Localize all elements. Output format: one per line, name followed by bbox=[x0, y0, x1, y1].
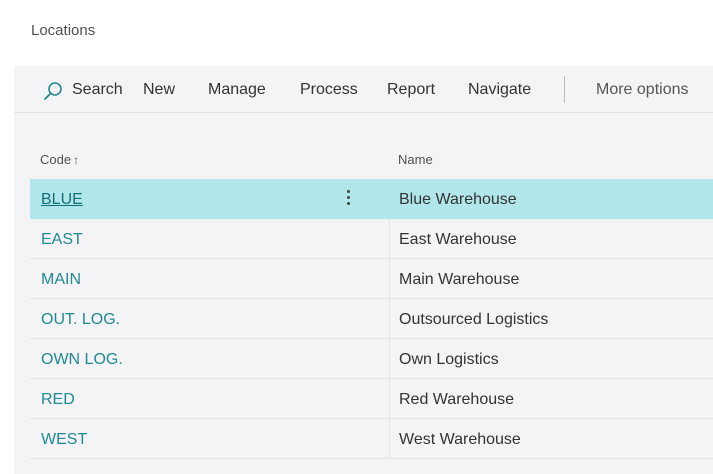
row-name: Own Logistics bbox=[399, 351, 499, 368]
action-bar: Search New Manage Process Report Navigat… bbox=[14, 66, 713, 113]
row-code-link[interactable]: EAST bbox=[41, 219, 83, 260]
column-separator bbox=[389, 419, 390, 458]
action-divider bbox=[564, 76, 565, 103]
column-separator bbox=[389, 219, 390, 258]
new-button[interactable]: New bbox=[143, 66, 175, 112]
table-row[interactable]: EAST East Warehouse bbox=[30, 219, 713, 259]
row-code-link[interactable]: OUT. LOG. bbox=[41, 299, 120, 340]
sort-ascending-icon: ↑ bbox=[73, 153, 80, 167]
column-separator bbox=[389, 259, 390, 298]
row-code-link[interactable]: WEST bbox=[41, 419, 87, 460]
list-panel: Search New Manage Process Report Navigat… bbox=[14, 66, 713, 474]
table-row[interactable]: OUT. LOG. Outsourced Logistics bbox=[30, 299, 713, 339]
row-name: Main Warehouse bbox=[399, 271, 520, 288]
navigate-menu[interactable]: Navigate bbox=[468, 66, 531, 112]
table-row[interactable]: WEST West Warehouse bbox=[30, 419, 713, 459]
row-code-link[interactable]: BLUE bbox=[41, 179, 83, 220]
row-name: Outsourced Logistics bbox=[399, 311, 549, 328]
column-separator bbox=[389, 339, 390, 378]
column-header-name[interactable]: Name bbox=[398, 152, 433, 167]
search-icon[interactable] bbox=[42, 80, 64, 102]
row-name: West Warehouse bbox=[399, 431, 521, 448]
table-row[interactable]: BLUE Blue Warehouse bbox=[30, 179, 713, 219]
report-menu[interactable]: Report bbox=[387, 66, 435, 112]
row-name: East Warehouse bbox=[399, 231, 517, 248]
process-menu[interactable]: Process bbox=[300, 66, 358, 112]
column-separator bbox=[389, 299, 390, 338]
page-title: Locations bbox=[31, 22, 96, 39]
row-code-link[interactable]: MAIN bbox=[41, 259, 81, 300]
table-row[interactable]: MAIN Main Warehouse bbox=[30, 259, 713, 299]
manage-menu[interactable]: Manage bbox=[208, 66, 266, 112]
row-code-link[interactable]: RED bbox=[41, 379, 75, 420]
table-row[interactable]: OWN LOG. Own Logistics bbox=[30, 339, 713, 379]
row-code-link[interactable]: OWN LOG. bbox=[41, 339, 123, 380]
column-separator bbox=[389, 179, 390, 218]
table-row[interactable]: RED Red Warehouse bbox=[30, 379, 713, 419]
search-button[interactable]: Search bbox=[72, 66, 123, 112]
row-actions-icon[interactable] bbox=[342, 187, 354, 211]
table-body: BLUE Blue Warehouse EAST East Warehouse … bbox=[30, 179, 713, 459]
column-header-code-label: Code bbox=[40, 152, 72, 167]
row-name: Red Warehouse bbox=[399, 391, 515, 408]
row-name: Blue Warehouse bbox=[399, 191, 517, 208]
column-separator bbox=[389, 379, 390, 418]
more-options-button[interactable]: More options bbox=[596, 66, 689, 112]
column-header-code[interactable]: Code ↑ bbox=[40, 152, 79, 167]
